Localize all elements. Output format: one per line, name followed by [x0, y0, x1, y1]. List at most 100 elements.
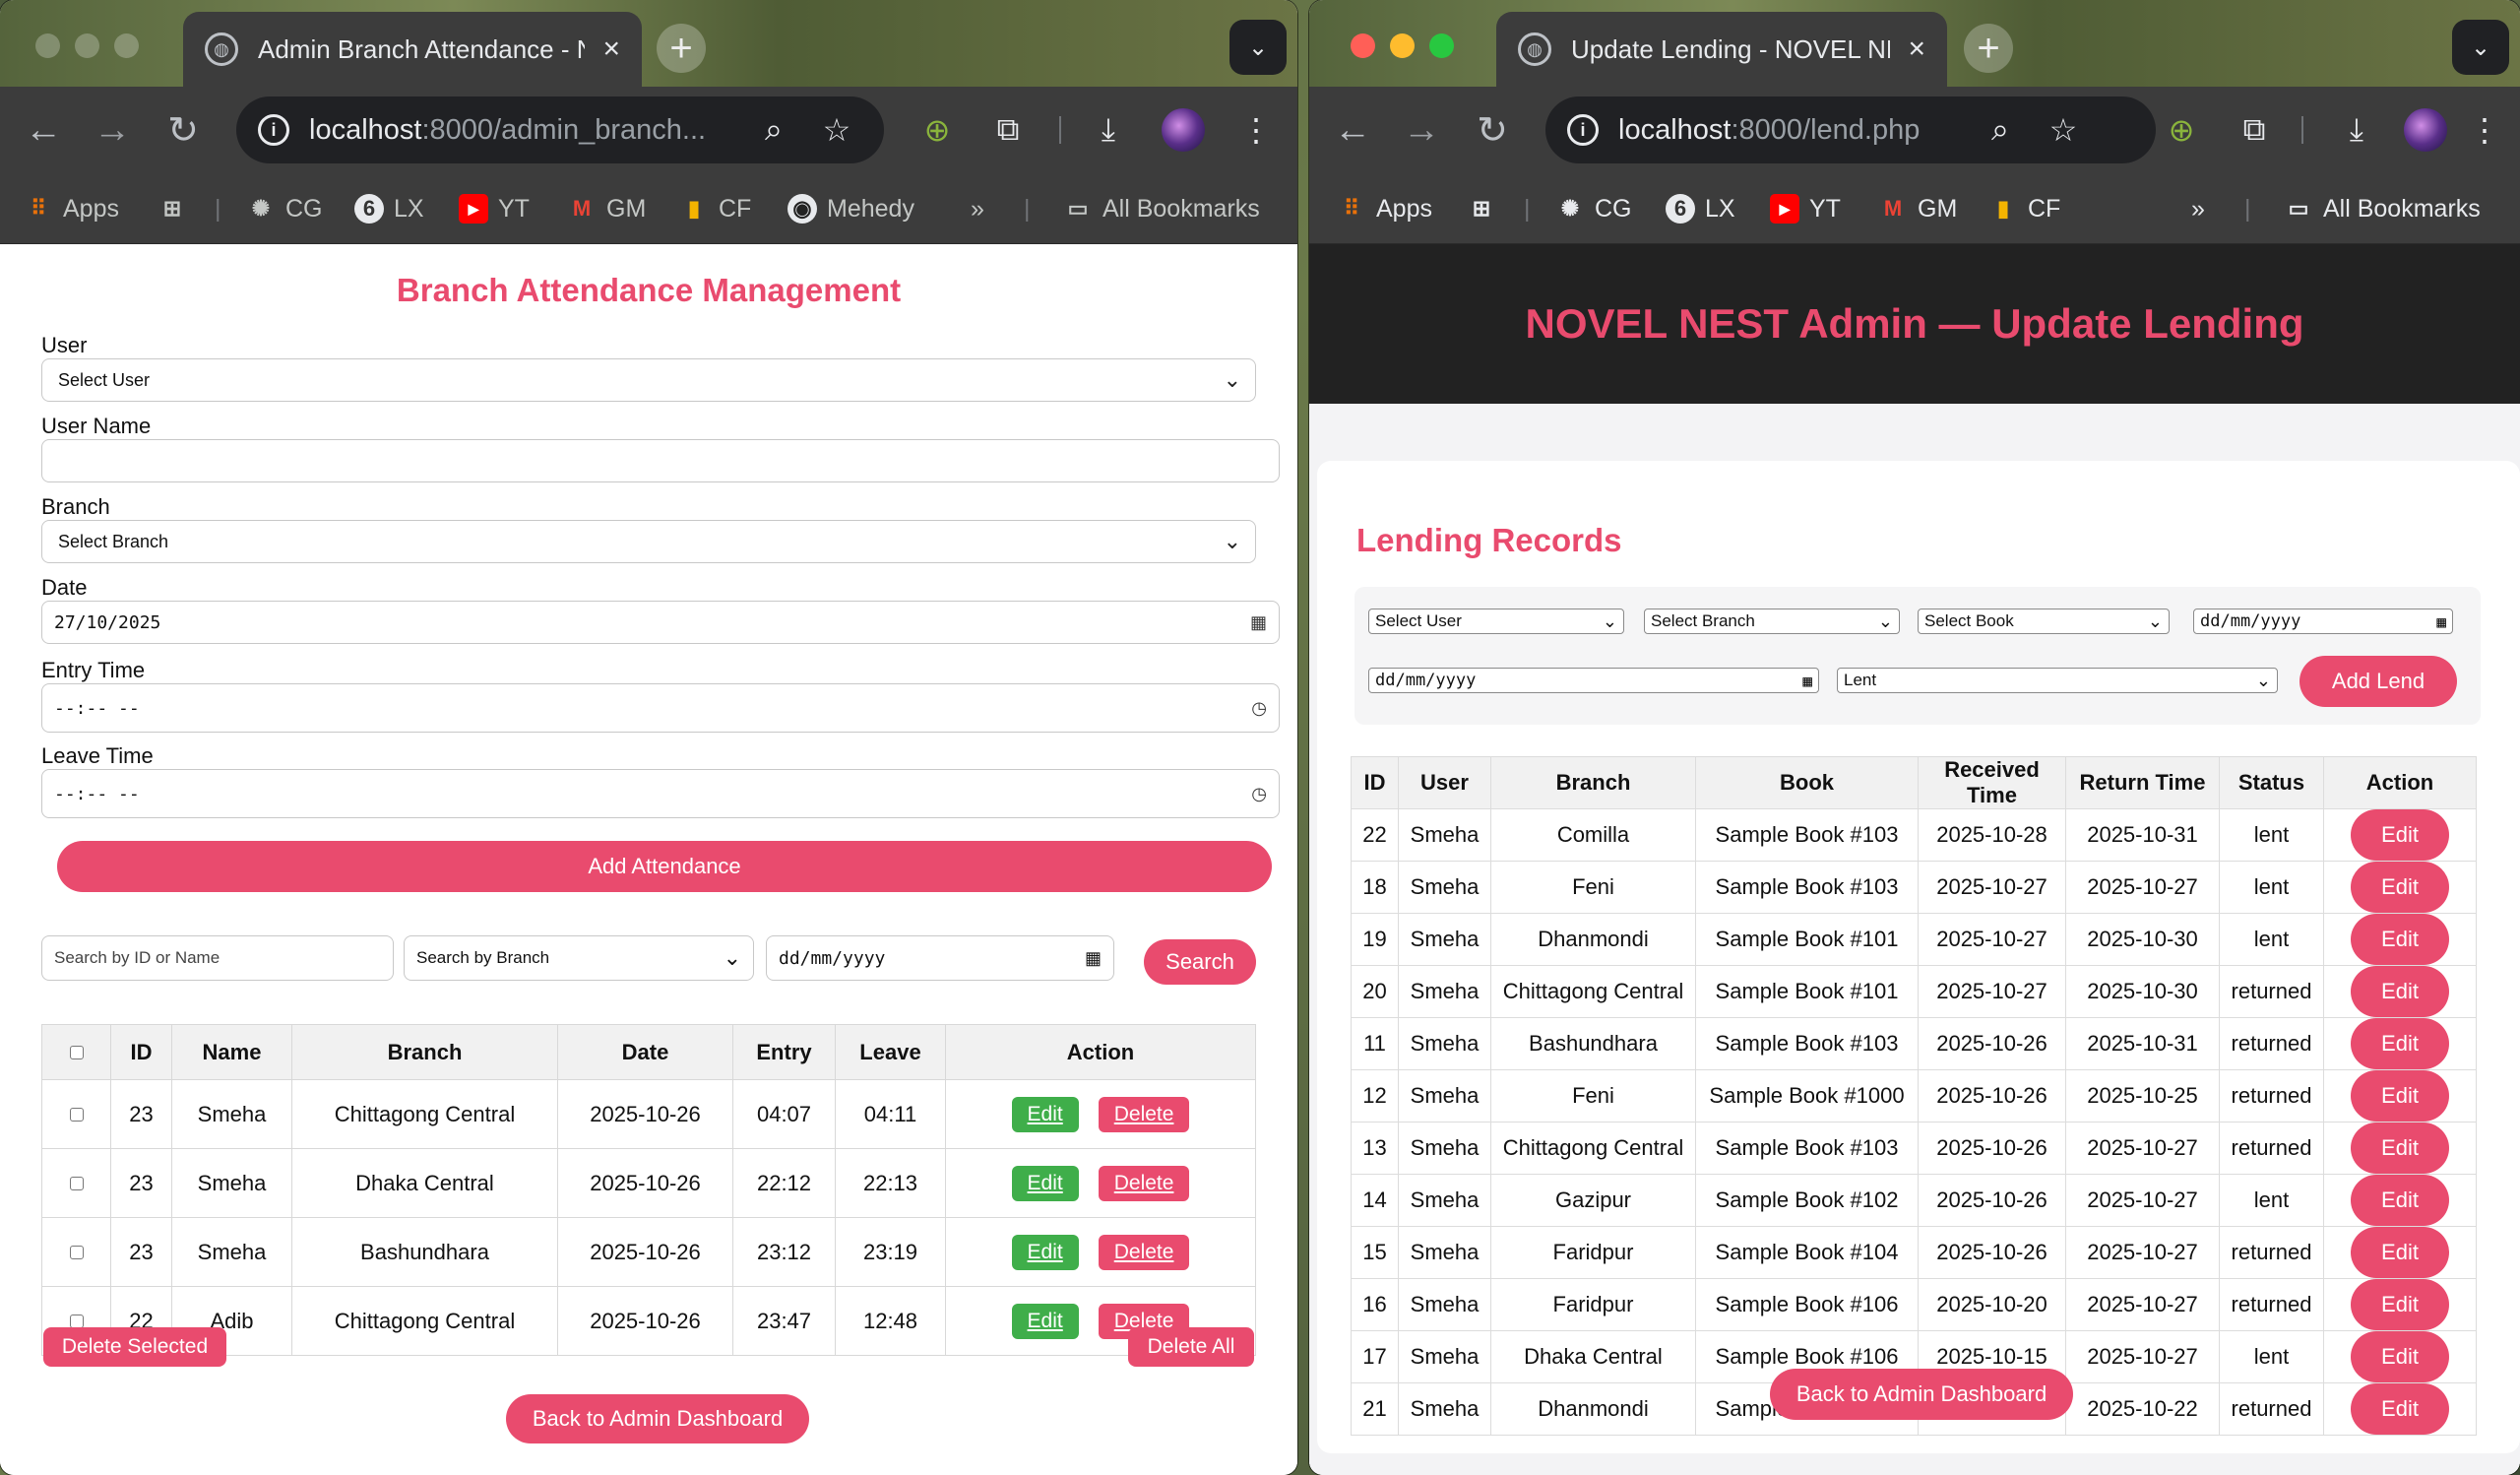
bookmark-gm[interactable]: M GM: [567, 191, 646, 226]
bookmark-tab-groups[interactable]: ⊞: [1467, 191, 1496, 226]
download-icon[interactable]: ⤓: [2333, 106, 2380, 154]
profile-avatar[interactable]: [2404, 108, 2447, 152]
new-tab-button[interactable]: +: [657, 24, 706, 73]
edit-button[interactable]: Edit: [1011, 1165, 1079, 1201]
book-select[interactable]: Select Book ⌄: [1918, 609, 2170, 634]
search-date-input[interactable]: dd/mm/yyyy ▦: [766, 935, 1114, 981]
bookmark-yt[interactable]: ▶ YT: [459, 191, 530, 226]
bookmark-lx[interactable]: 6 LX: [1666, 191, 1735, 226]
row-checkbox[interactable]: [69, 1107, 84, 1122]
add-lend-button[interactable]: Add Lend: [2300, 656, 2457, 707]
address-bar[interactable]: i localhost:8000/lend.php ⌕ ☆: [1545, 96, 2156, 163]
profile-avatar[interactable]: [1162, 108, 1205, 152]
edit-button[interactable]: Edit: [2351, 1331, 2449, 1382]
extension-green-icon[interactable]: ⊕: [914, 106, 961, 154]
zoom-window-button[interactable]: [1429, 33, 1454, 58]
calendar-icon[interactable]: ▦: [1250, 612, 1267, 633]
tab-close-icon[interactable]: ×: [602, 32, 620, 66]
delete-button[interactable]: Delete: [1098, 1096, 1190, 1132]
zoom-icon[interactable]: ⌕: [1981, 110, 2020, 150]
zoom-icon[interactable]: ⌕: [754, 110, 793, 150]
edit-button[interactable]: Edit: [1011, 1096, 1079, 1132]
bookmark-cg[interactable]: ✺ CG: [1555, 191, 1632, 226]
extension-green-icon[interactable]: ⊕: [2158, 106, 2205, 154]
bookmark-lx[interactable]: 6 LX: [354, 191, 424, 226]
row-checkbox[interactable]: [69, 1314, 84, 1328]
delete-button[interactable]: Delete: [1098, 1165, 1190, 1201]
zoom-window-button[interactable]: [114, 33, 139, 58]
active-tab[interactable]: ◍ Update Lending - NOVEL NES ×: [1496, 12, 1947, 87]
bookmark-mehedy[interactable]: ◉ Mehedy: [788, 191, 914, 226]
row-checkbox[interactable]: [69, 1245, 84, 1259]
edit-button[interactable]: Edit: [1011, 1234, 1079, 1270]
delete-selected-button[interactable]: Delete Selected: [43, 1327, 226, 1367]
status-select[interactable]: Lent ⌄: [1837, 668, 2278, 693]
return-date-input[interactable]: dd/mm/yyyy ▦: [1368, 668, 1819, 693]
menu-kebab-icon[interactable]: ⋮: [2461, 106, 2508, 154]
add-attendance-button[interactable]: Add Attendance: [57, 841, 1272, 892]
clock-icon[interactable]: ◷: [1251, 698, 1267, 719]
search-id-input[interactable]: Search by ID or Name: [41, 935, 394, 981]
row-checkbox[interactable]: [69, 1176, 84, 1190]
back-to-dashboard-button[interactable]: Back to Admin Dashboard: [1770, 1369, 2073, 1420]
site-info-icon[interactable]: i: [258, 114, 289, 146]
edit-button[interactable]: Edit: [2351, 809, 2449, 861]
received-date-input[interactable]: dd/mm/yyyy ▦: [2193, 609, 2453, 634]
delete-button[interactable]: Delete: [1098, 1234, 1190, 1270]
close-window-button[interactable]: [35, 33, 60, 58]
bookmark-yt[interactable]: ▶ YT: [1770, 191, 1841, 226]
date-input[interactable]: 27/10/2025 ▦: [41, 601, 1280, 644]
delete-all-button[interactable]: Delete All: [1128, 1327, 1254, 1367]
bookmark-star-icon[interactable]: ☆: [2044, 110, 2083, 150]
minimize-window-button[interactable]: [75, 33, 99, 58]
calendar-icon[interactable]: ▦: [1802, 672, 1812, 690]
branch-select[interactable]: Select Branch ⌄: [1644, 609, 1900, 634]
download-icon[interactable]: ⤓: [1085, 106, 1132, 154]
edit-button[interactable]: Edit: [2351, 966, 2449, 1017]
all-bookmarks[interactable]: ▭ All Bookmarks: [1063, 191, 1260, 226]
site-info-icon[interactable]: i: [1567, 114, 1599, 146]
select-all-checkbox[interactable]: [69, 1045, 84, 1059]
new-tab-button[interactable]: +: [1964, 24, 2013, 73]
forward-arrow-icon[interactable]: →: [1398, 106, 1445, 154]
minimize-window-button[interactable]: [1390, 33, 1415, 58]
address-bar[interactable]: i localhost:8000/admin_branch... ⌕ ☆: [236, 96, 884, 163]
extensions-puzzle-icon[interactable]: ⧉: [984, 106, 1032, 154]
username-input[interactable]: [41, 439, 1280, 482]
back-to-dashboard-button[interactable]: Back to Admin Dashboard: [506, 1394, 809, 1443]
edit-button[interactable]: Edit: [2351, 1122, 2449, 1174]
search-branch-select[interactable]: Search by Branch ⌄: [404, 935, 754, 981]
calendar-icon[interactable]: ▦: [1085, 948, 1102, 969]
edit-button[interactable]: Edit: [2351, 1383, 2449, 1435]
bookmark-apps[interactable]: ⠿ Apps: [1337, 191, 1432, 226]
bookmarks-overflow-icon[interactable]: »: [971, 191, 984, 226]
edit-button[interactable]: Edit: [2351, 1279, 2449, 1330]
tab-search-button[interactable]: ⌄: [2452, 20, 2509, 75]
all-bookmarks[interactable]: ▭ All Bookmarks: [2284, 191, 2481, 226]
entry-time-input[interactable]: --:-- -- ◷: [41, 683, 1280, 733]
edit-button[interactable]: Edit: [1011, 1303, 1079, 1339]
tab-search-button[interactable]: ⌄: [1229, 20, 1287, 75]
bookmark-cg[interactable]: ✺ CG: [246, 191, 323, 226]
user-select[interactable]: Select User ⌄: [41, 358, 1256, 402]
search-button[interactable]: Search: [1144, 939, 1256, 985]
extensions-puzzle-icon[interactable]: ⧉: [2231, 106, 2278, 154]
bookmark-star-icon[interactable]: ☆: [817, 110, 856, 150]
edit-button[interactable]: Edit: [2351, 1018, 2449, 1069]
bookmarks-overflow-icon[interactable]: »: [2191, 191, 2205, 226]
tab-close-icon[interactable]: ×: [1908, 32, 1925, 66]
branch-select[interactable]: Select Branch ⌄: [41, 520, 1256, 563]
edit-button[interactable]: Edit: [2351, 1070, 2449, 1122]
close-window-button[interactable]: [1351, 33, 1375, 58]
back-arrow-icon[interactable]: ←: [20, 106, 67, 154]
clock-icon[interactable]: ◷: [1251, 784, 1267, 804]
edit-button[interactable]: Edit: [2351, 1175, 2449, 1226]
edit-button[interactable]: Edit: [2351, 862, 2449, 913]
forward-arrow-icon[interactable]: →: [89, 106, 136, 154]
bookmark-cf[interactable]: ▮ CF: [679, 191, 751, 226]
calendar-icon[interactable]: ▦: [2436, 612, 2446, 631]
back-arrow-icon[interactable]: ←: [1329, 106, 1376, 154]
reload-icon[interactable]: ↻: [1469, 106, 1516, 154]
bookmark-gm[interactable]: M GM: [1878, 191, 1957, 226]
user-select[interactable]: Select User ⌄: [1368, 609, 1624, 634]
